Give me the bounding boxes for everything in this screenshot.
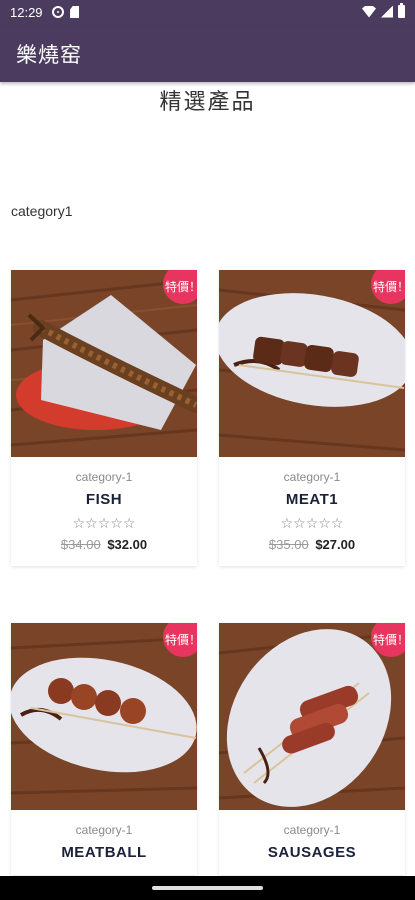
home-gesture-handle[interactable] <box>152 886 263 890</box>
original-price: $35.00 <box>268 537 309 552</box>
product-image[interactable]: 特價！ <box>11 270 197 457</box>
status-left-icons <box>52 6 79 18</box>
page-title: 精選產品 <box>159 90 256 115</box>
app-title: 樂燒窑 <box>16 43 82 67</box>
product-name[interactable]: SAUSAGES <box>219 844 405 861</box>
navigation-bar <box>0 876 415 900</box>
category-label: category1 <box>11 203 73 219</box>
product-image[interactable]: 特價！ <box>219 270 405 457</box>
sale-price: $27.00 <box>315 537 356 552</box>
product-category: category-1 <box>75 823 133 837</box>
product-name[interactable]: MEATBALL <box>11 844 197 861</box>
product-info: category-1 MEAT1 ☆☆☆☆☆ $35.00 $27.00 <box>219 457 405 566</box>
product-category: category-1 <box>283 823 341 837</box>
status-time: 12:29 <box>10 5 43 20</box>
product-info: category-1 FISH ☆☆☆☆☆ $34.00 $32.00 <box>11 457 197 566</box>
app-bar: 樂燒窑 <box>0 26 415 82</box>
status-bar: 12:29 <box>0 0 415 26</box>
product-info: category-1 SAUSAGES <box>219 810 405 875</box>
settings-icon <box>52 6 64 18</box>
product-card[interactable]: 特價！ category-1 MEAT1 ☆☆☆☆☆ $35.00 $27.00 <box>219 270 405 566</box>
product-name[interactable]: FISH <box>11 491 197 508</box>
product-image[interactable]: 特價！ <box>11 623 197 810</box>
price-row: $35.00 $27.00 <box>219 537 405 552</box>
product-category: category-1 <box>75 470 133 484</box>
product-info: category-1 MEATBALL <box>11 810 197 875</box>
price-row: $34.00 $32.00 <box>11 537 197 552</box>
sd-card-icon <box>70 6 79 18</box>
rating-stars: ☆☆☆☆☆ <box>280 515 344 531</box>
battery-icon <box>398 3 405 18</box>
product-name[interactable]: MEAT1 <box>219 491 405 508</box>
original-price: $34.00 <box>60 537 101 552</box>
wifi-icon <box>362 5 376 18</box>
product-category: category-1 <box>283 470 341 484</box>
product-image[interactable]: 特價！ <box>219 623 405 810</box>
status-right-icons <box>362 3 405 18</box>
product-card[interactable]: 特價！ category-1 FISH ☆☆☆☆☆ $34.00 $32.00 <box>11 270 197 566</box>
signal-icon <box>381 5 393 18</box>
product-card[interactable]: 特價！ category-1 SAUSAGES <box>219 623 405 875</box>
sale-price: $32.00 <box>107 537 148 552</box>
product-card[interactable]: 特價！ category-1 MEATBALL <box>11 623 197 875</box>
rating-stars: ☆☆☆☆☆ <box>72 515 136 531</box>
